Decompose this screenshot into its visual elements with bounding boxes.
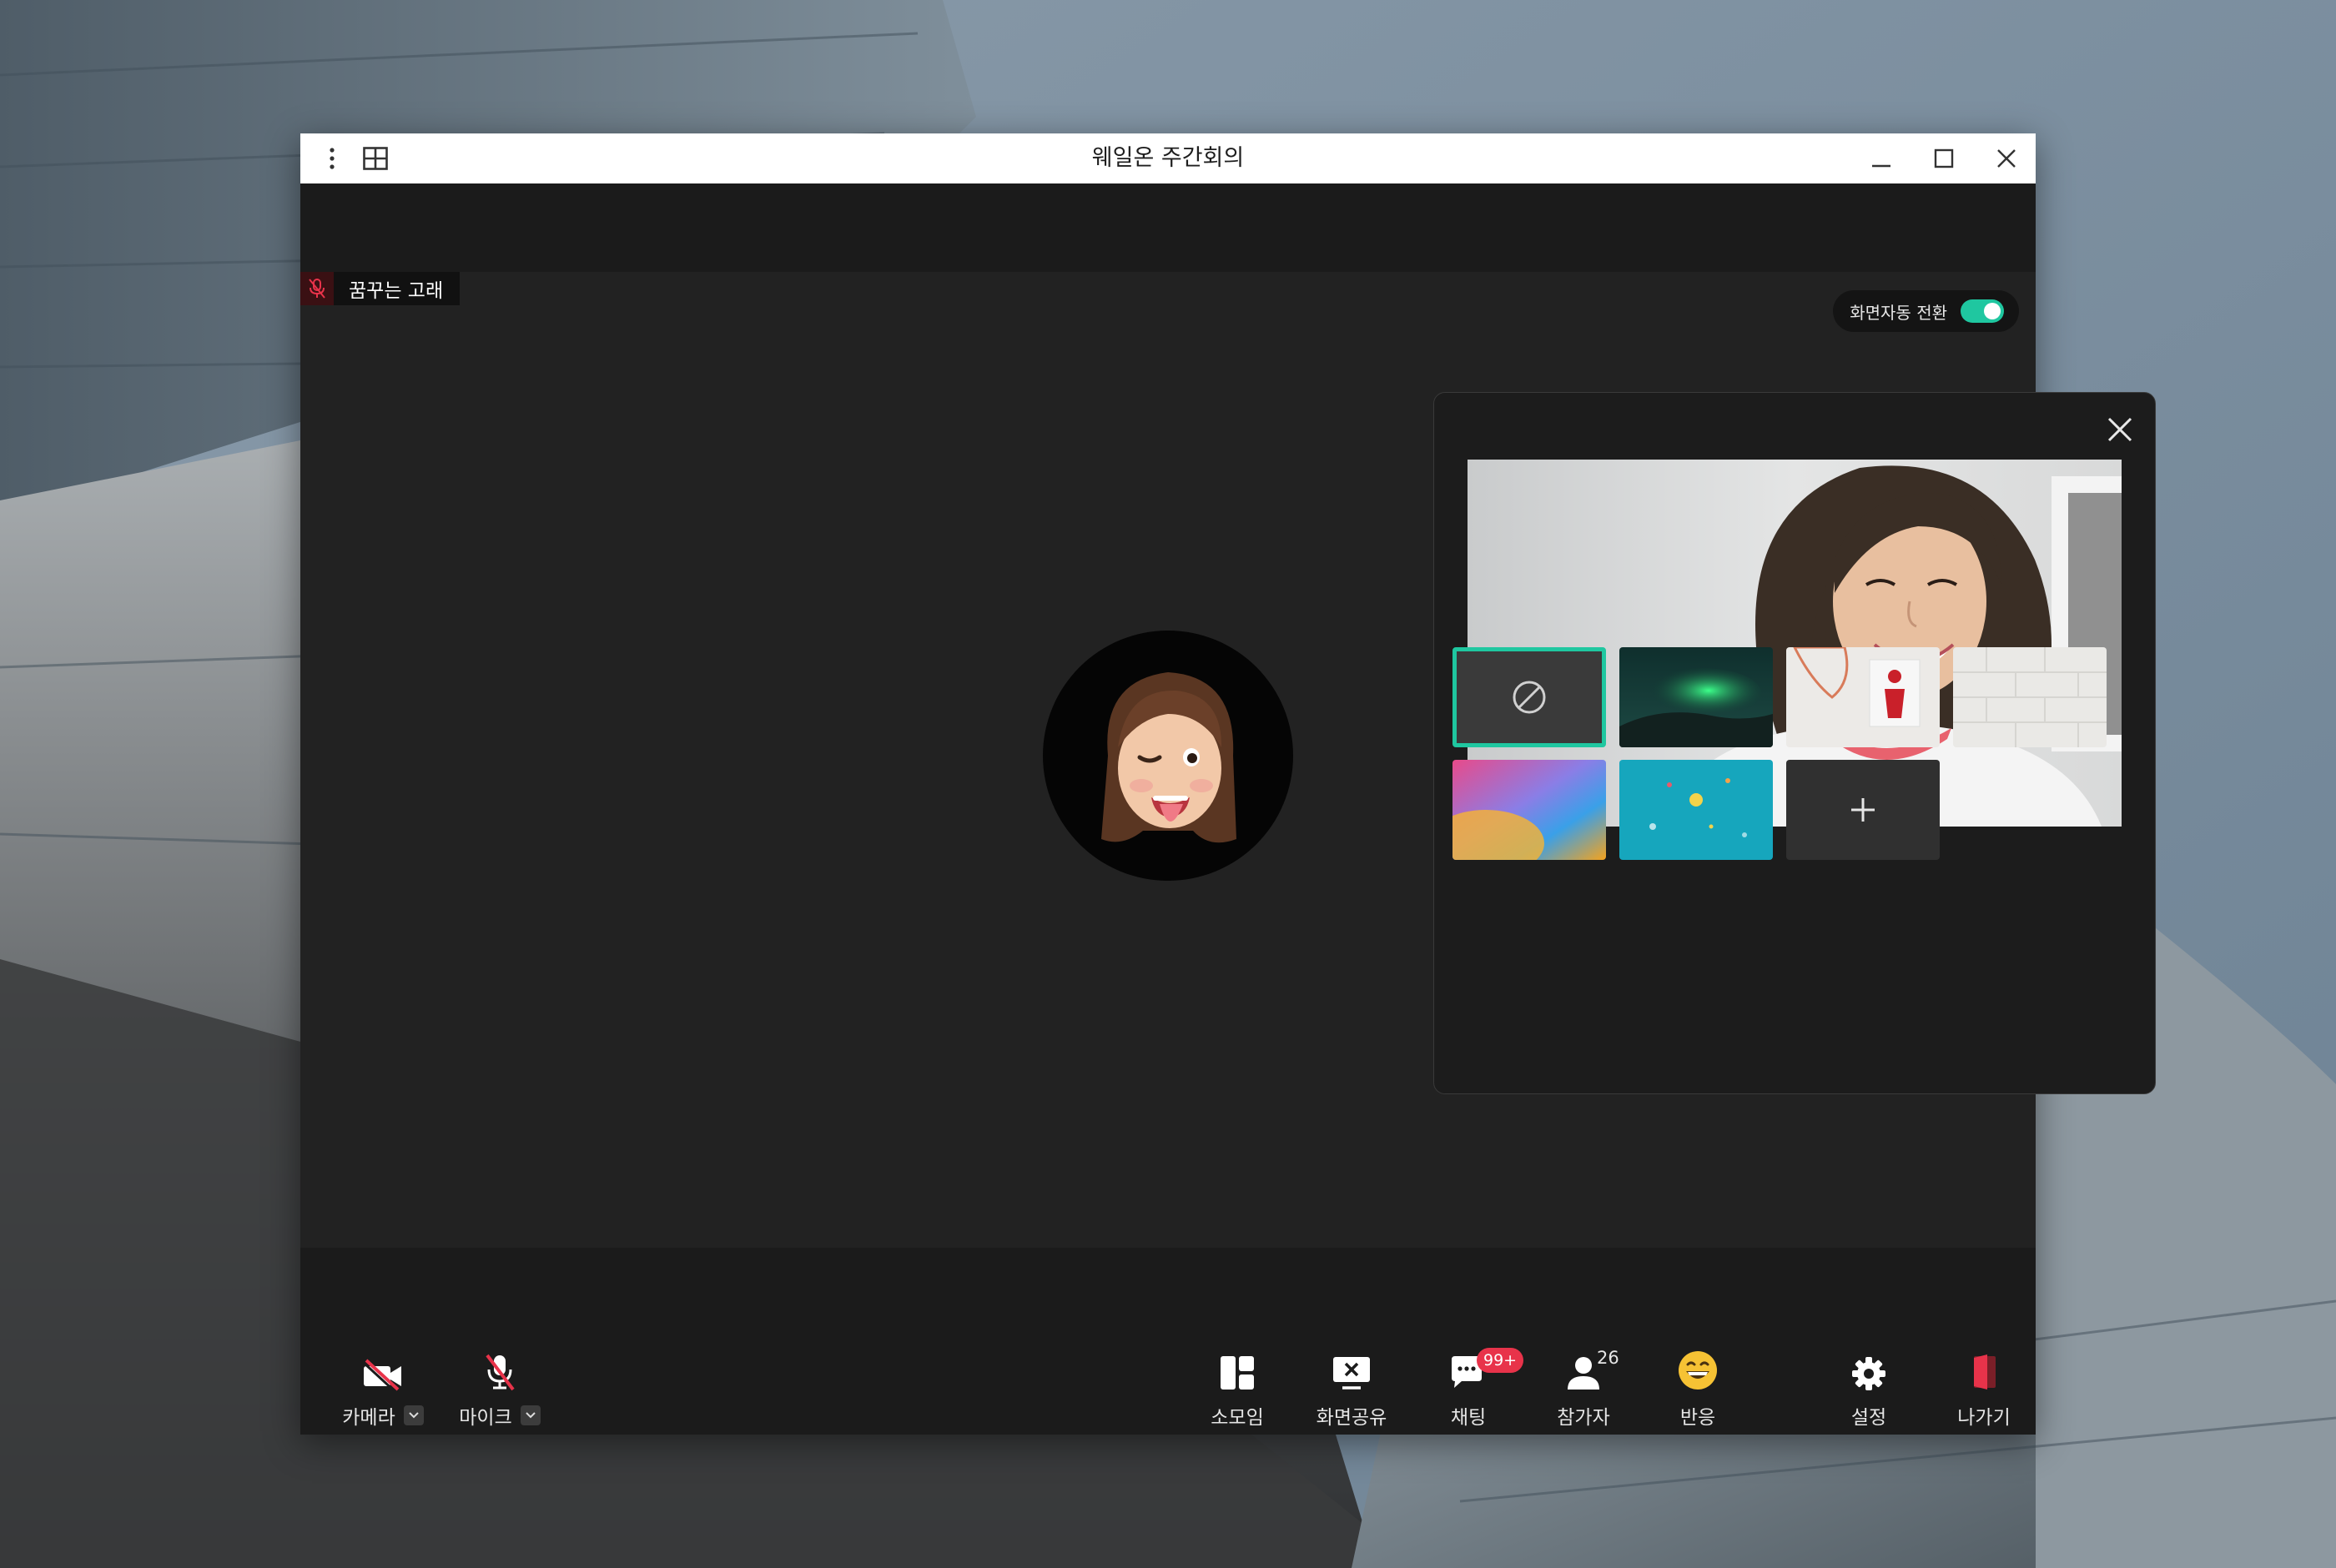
more-vertical-icon[interactable] (315, 133, 349, 183)
screen-share-label: 화면공유 (1316, 1407, 1387, 1429)
mic-options-chevron-icon[interactable] (520, 1405, 541, 1425)
participants-count: 26 (1597, 1348, 1619, 1368)
mic-label: 마이크 (459, 1407, 512, 1429)
aurora-thumbnail (1619, 647, 1773, 747)
gear-icon (1852, 1357, 1885, 1390)
breakout-button[interactable]: 소모임 (1179, 1334, 1296, 1435)
reaction-button[interactable]: 반응 (1639, 1334, 1756, 1435)
no-background-icon (1513, 681, 1546, 714)
background-selector-panel (1433, 392, 2156, 1094)
memoji-avatar-icon (1101, 672, 1236, 843)
participants-button[interactable]: 26 참가자 (1525, 1334, 1642, 1435)
teal-confetti-thumbnail (1619, 760, 1773, 860)
bg-option-teal-confetti[interactable] (1619, 760, 1773, 860)
screen-share-icon (1333, 1357, 1370, 1390)
camera-off-icon (362, 1359, 401, 1391)
camera-label: 카메라 (342, 1407, 395, 1429)
window-title: 웨일온 주간회의 (1091, 145, 1245, 171)
minimize-icon[interactable] (1860, 133, 1902, 183)
auto-switch-toggle[interactable] (1961, 299, 2004, 323)
reaction-label: 반응 (1679, 1407, 1716, 1429)
breakout-label: 소모임 (1211, 1407, 1264, 1429)
screen-share-button[interactable]: 화면공유 (1293, 1334, 1410, 1435)
panel-close-icon[interactable] (2100, 410, 2140, 450)
mic-button[interactable]: 마이크 (454, 1334, 546, 1435)
settings-button[interactable]: 설정 (1827, 1334, 1911, 1435)
settings-label: 설정 (1850, 1407, 1887, 1429)
mic-off-icon (486, 1354, 515, 1391)
breakout-rooms-icon (1221, 1356, 1254, 1390)
participants-label: 참가자 (1557, 1407, 1610, 1429)
gradient-thumbnail (1452, 760, 1606, 860)
mic-muted-icon (300, 272, 334, 305)
bg-option-none[interactable] (1452, 647, 1606, 747)
speaker-name-tag: 꿈꾸는 고래 (300, 272, 461, 305)
bg-option-white-brick[interactable] (1953, 647, 2107, 747)
bg-option-gradient[interactable] (1452, 760, 1606, 860)
white-brick-thumbnail (1953, 647, 2107, 747)
plus-icon (1851, 798, 1875, 822)
leave-label: 나가기 (1957, 1407, 2011, 1429)
bg-option-red-figure[interactable] (1786, 647, 1940, 747)
exit-door-icon (1974, 1354, 1996, 1390)
grid-layout-icon[interactable] (359, 133, 392, 183)
speaker-name: 꿈꾸는 고래 (349, 280, 444, 302)
auto-switch-control: 화면자동 전환 (1833, 290, 2019, 332)
maximize-icon[interactable] (1923, 133, 1965, 183)
auto-switch-label: 화면자동 전환 (1850, 302, 1947, 323)
chat-label: 채팅 (1450, 1407, 1487, 1429)
grinning-emoji-icon (1679, 1351, 1717, 1390)
meeting-toolbar: 카메라 마이크 소모임 화면공유 99+ 채팅 26 참가자 반응 설정 나가기 (300, 1334, 2036, 1435)
bg-option-aurora[interactable] (1619, 647, 1773, 747)
chat-badge: 99+ (1477, 1348, 1524, 1373)
chat-button[interactable]: 99+ 채팅 (1410, 1334, 1527, 1435)
camera-options-chevron-icon[interactable] (403, 1405, 424, 1425)
title-bar: 웨일온 주간회의 (300, 133, 2036, 183)
bg-option-add[interactable] (1786, 760, 1940, 860)
camera-button[interactable]: 카메라 (337, 1334, 429, 1435)
avatar (1043, 631, 1293, 881)
close-icon[interactable] (1986, 133, 2027, 183)
leave-button[interactable]: 나가기 (1934, 1334, 2034, 1435)
red-figure-wall-thumbnail (1786, 647, 1940, 747)
